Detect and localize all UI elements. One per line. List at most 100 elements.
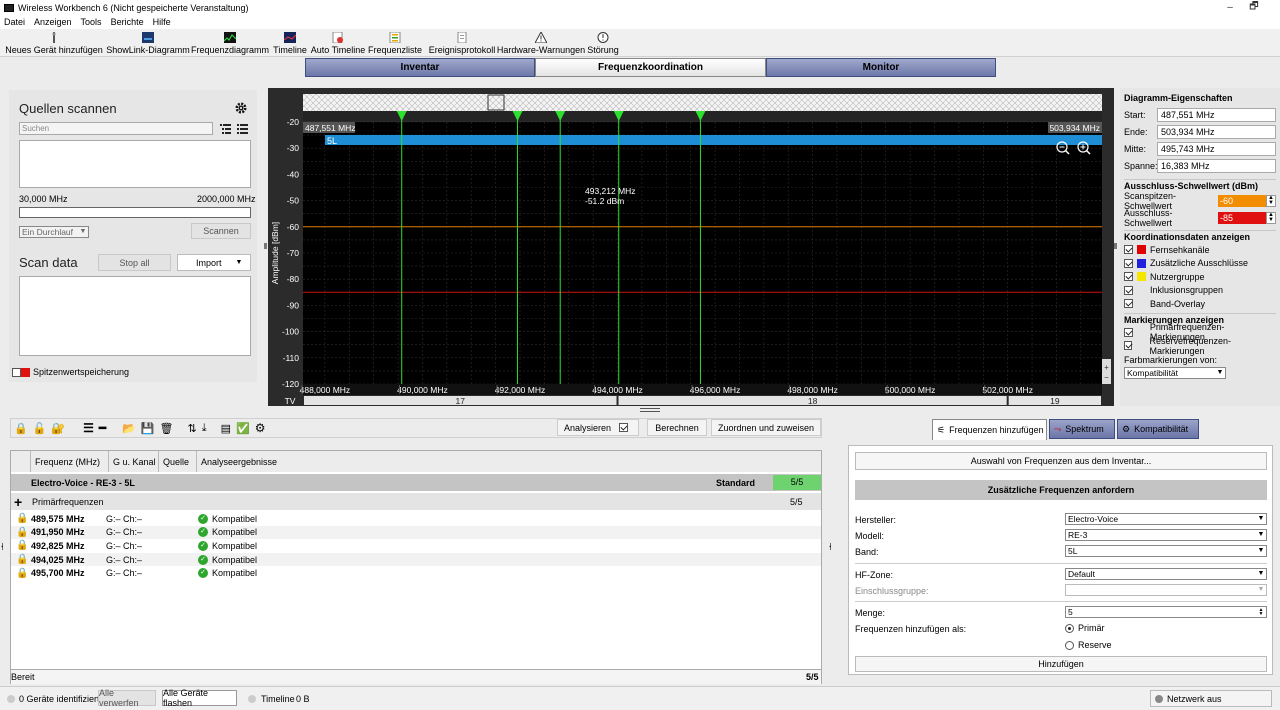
download-icon[interactable]: ⤓ [202, 422, 207, 435]
inclusion-select[interactable]: ▼ [1065, 584, 1267, 596]
tab-compatibility[interactable]: ⚙ Kompatibilität [1117, 419, 1199, 439]
scan-button[interactable]: Scannen [191, 223, 251, 239]
scan-peak-field[interactable]: -60 [1218, 194, 1266, 207]
coord-item[interactable]: Nutzergruppe [1124, 270, 1276, 284]
import-button[interactable]: Import ▼ [177, 254, 251, 271]
tab-add-frequencies[interactable]: ⚟ Frequenzen hinzufügen [932, 419, 1047, 440]
gear-icon[interactable]: ⚙ [255, 421, 266, 435]
lock-icon[interactable]: 🔒 [11, 540, 31, 551]
open-folder-icon[interactable]: 📂 [122, 422, 136, 435]
minimize-button[interactable]: – [1218, 2, 1242, 13]
flash-all-button[interactable]: Alle Geräte flashen [162, 688, 237, 708]
checkbox[interactable] [12, 367, 21, 377]
tab-inventar[interactable]: Inventar [305, 58, 535, 77]
coord-item[interactable]: Inklusionsgruppen [1124, 284, 1276, 298]
quantity-stepper[interactable]: 5 ▲ ▼ [1065, 606, 1267, 618]
manufacturer-select[interactable]: Electro-Voice ▼ [1065, 513, 1267, 525]
column-header-source[interactable]: Quelle [159, 451, 197, 472]
expand-plus-icon[interactable]: + [14, 494, 30, 510]
spinner-icon[interactable]: ▲ ▼ [1257, 608, 1265, 617]
splitter-handle[interactable]: ⍿ [829, 542, 832, 553]
collapse-all-icon[interactable]: ━ [99, 421, 106, 435]
exclusion-field[interactable]: -85 [1218, 211, 1266, 224]
end-field[interactable]: 503,934 MHz [1157, 124, 1276, 139]
primary-row[interactable]: + Primärfrequenzen 5/5 [11, 493, 821, 510]
splitter-handle[interactable] [1114, 243, 1117, 249]
menu-datei[interactable]: Datei [4, 17, 25, 27]
table-row[interactable]: 🔒 494,025 MHz G:– Ch:– ✓ Kompatibel [11, 552, 821, 567]
scan-data-list[interactable] [19, 276, 251, 356]
network-button[interactable]: Netzwerk aus [1150, 690, 1272, 707]
frequency-chart-svg[interactable]: -20 -30 -40 -50 -60 -70 -80 -90 -100 -110 -120 Ampl… [268, 88, 1114, 406]
range-slider[interactable] [19, 207, 251, 218]
lock-icon[interactable]: 🔒 [11, 527, 31, 538]
frequency-plot[interactable]: -20 -30 -40 -50 -60 -70 -80 -90 -100 -110 -120 Ampl… [268, 88, 1114, 406]
checkbox[interactable] [1124, 341, 1133, 351]
checkbox[interactable] [1124, 258, 1133, 268]
coord-item[interactable]: Fernsehkanäle [1124, 243, 1276, 257]
coord-item[interactable]: Band-Overlay [1124, 297, 1276, 311]
stop-all-button[interactable]: Stop all [98, 254, 171, 271]
sources-list[interactable] [19, 140, 251, 188]
discard-all-button[interactable]: Alle verwerfen [98, 688, 156, 708]
start-field[interactable]: 487,551 MHz [1157, 107, 1276, 122]
column-header-analysis[interactable]: Analyseergebnisse [197, 451, 821, 472]
analyze-checkbox[interactable] [619, 423, 629, 432]
list-expand-icon[interactable] [237, 123, 248, 134]
zone-select[interactable]: Default ▼ [1065, 568, 1267, 580]
radio-selected-icon[interactable] [1065, 623, 1074, 633]
hardware-warnings-button[interactable]: Hardware-Warnungen [497, 29, 585, 57]
color-markers-select[interactable]: Kompatibilität ▼ [1124, 366, 1226, 379]
lock-icon[interactable]: 🔒 [11, 554, 31, 565]
tab-monitor[interactable]: Monitor [766, 58, 996, 77]
table-row[interactable]: 🔒 489,575 MHz G:– Ch:– ✓ Kompatibel [11, 512, 821, 526]
radio-icon[interactable] [1065, 640, 1074, 650]
tab-frequenzkoordination[interactable]: Frequenzkoordination [535, 58, 766, 77]
document-icon[interactable]: ▤ [221, 422, 231, 435]
checkbox[interactable] [1124, 299, 1133, 309]
menu-hilfe[interactable]: Hilfe [153, 17, 171, 27]
select-from-inventory-button[interactable]: Auswahl von Frequenzen aus dem Inventar.… [855, 452, 1267, 470]
assign-button[interactable]: Zuordnen und zuweisen [711, 419, 821, 436]
table-row[interactable]: 🔒 495,700 MHz G:– Ch:– ✓ Kompatibel [11, 566, 821, 580]
spinner-icon[interactable]: ▲ ▼ [1266, 194, 1276, 207]
checkbox[interactable] [1124, 327, 1133, 337]
expand-all-icon[interactable]: ☰ [83, 421, 94, 435]
menu-berichte[interactable]: Berichte [111, 17, 144, 27]
lock-icon[interactable]: 🔓 [33, 422, 47, 435]
sort-icon[interactable]: ⇅ [187, 422, 196, 435]
span-field[interactable]: 16,383 MHz [1157, 158, 1276, 173]
tab-spectrum[interactable]: ⤳ Spektrum [1049, 419, 1115, 439]
reserve-markers-toggle[interactable]: Reservefrequenzen-Markierungen [1124, 336, 1276, 356]
primary-radio[interactable]: Primär [1065, 623, 1105, 633]
save-icon[interactable]: 💾 [141, 422, 155, 435]
check-list-icon[interactable]: ✅ [236, 422, 250, 435]
interference-button[interactable]: Störung [586, 29, 620, 57]
column-header-frequency[interactable]: Frequenz (MHz) [31, 451, 109, 472]
analyze-button[interactable]: Analysieren [557, 419, 639, 436]
add-button[interactable]: Hinzufügen [855, 656, 1267, 672]
reserve-radio[interactable]: Reserve [1065, 640, 1112, 650]
event-log-button[interactable]: Ereignisprotokoll [429, 29, 495, 57]
model-select[interactable]: RE-3 ▼ [1065, 529, 1267, 541]
search-input[interactable]: Suchen [19, 122, 213, 135]
gear-icon[interactable] [235, 102, 247, 114]
menu-anzeigen[interactable]: Anzeigen [34, 17, 72, 27]
coord-item[interactable]: Zusätzliche Ausschlüsse [1124, 257, 1276, 271]
auto-timeline-button[interactable]: Auto Timeline [311, 29, 365, 57]
calculate-button[interactable]: Berechnen [647, 419, 707, 436]
checkbox[interactable] [1124, 272, 1133, 282]
group-row[interactable]: Electro-Voice - RE-3 - 5L Standard 5/5 [11, 474, 821, 491]
restore-button[interactable]: 🗗 [1242, 0, 1266, 16]
splitter-handle[interactable]: ⍿ [1, 542, 4, 553]
scan-mode-select[interactable]: Ein Durchlauf ▼ [19, 226, 89, 238]
frequency-plot-button[interactable]: Frequenzdiagramm [191, 29, 269, 57]
band-select[interactable]: 5L ▼ [1065, 545, 1267, 557]
lock-icon[interactable]: 🔒 [14, 422, 28, 435]
peak-hold-toggle[interactable]: Spitzenwertspeicherung [12, 367, 129, 377]
column-header-channel[interactable]: G u. Kanal [109, 451, 159, 472]
splitter-handle[interactable] [640, 408, 660, 412]
lock-all-icon[interactable]: 🔐 [51, 422, 65, 435]
lock-icon[interactable]: 🔒 [11, 568, 31, 579]
menu-tools[interactable]: Tools [81, 17, 102, 27]
